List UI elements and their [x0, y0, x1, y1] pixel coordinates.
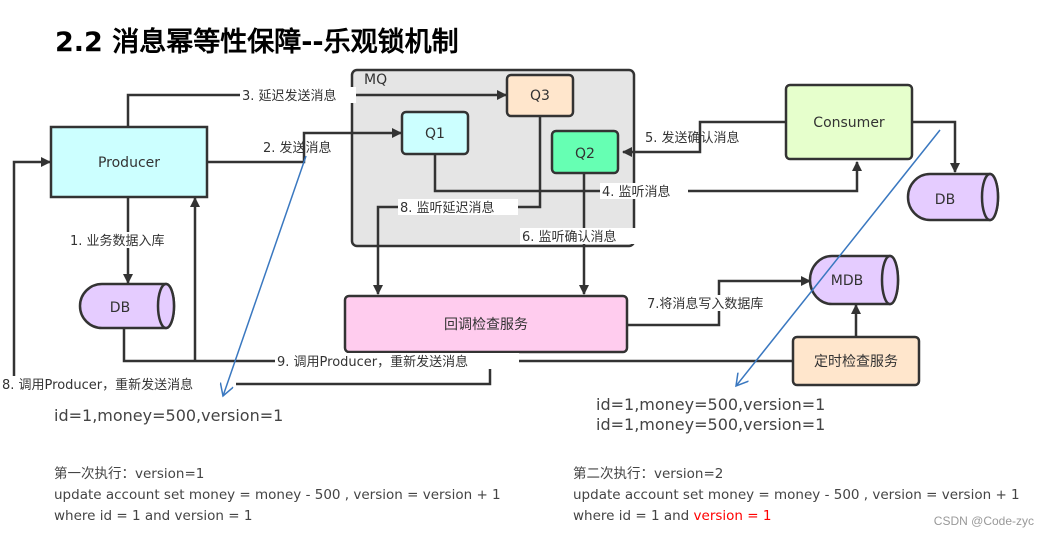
edge-consumer-db [913, 120, 960, 173]
second-execution-heading: 第二次执行：version=2 [573, 466, 724, 482]
record-left-line: id=1,money=500,version=1 [54, 406, 284, 425]
db-left-label: DB [110, 300, 130, 316]
record-right: id=1,money=500,version=1 id=1,money=500,… [596, 395, 825, 435]
db-right-label: DB [935, 192, 955, 208]
watermark: CSDN @Code-zyc [933, 514, 1034, 528]
second-execution-where: where id = 1 and [573, 508, 694, 524]
first-execution-where: where id = 1 and version = 1 [54, 508, 253, 524]
producer-label: Producer [98, 155, 160, 171]
edge-label-6: 6. 监听确认消息 [522, 229, 617, 245]
edge-label-2: 2. 发送消息 [263, 140, 332, 156]
consumer-label: Consumer [813, 115, 885, 131]
q3-label: Q3 [530, 88, 550, 104]
edge-label-8a: 8. 监听延迟消息 [400, 200, 495, 216]
edge-label-5: 5. 发送确认消息 [645, 130, 740, 146]
edge-label-3: 3. 延迟发送消息 [242, 88, 337, 104]
timer-service-label: 定时检查服务 [814, 354, 898, 370]
db-right: DB [906, 172, 1000, 222]
first-execution-sql-line1: update account set money = money - 500 ,… [54, 487, 501, 503]
edge-label-9: 9. 调用Producer，重新发送消息 [277, 354, 468, 370]
second-execution-sql-line1: update account set money = money - 500 ,… [573, 487, 1020, 503]
first-execution-heading: 第一次执行：version=1 [54, 466, 205, 482]
q2-label: Q2 [575, 146, 595, 162]
first-execution: 第一次执行：version=1 update account set money… [54, 464, 501, 527]
record-left: id=1,money=500,version=1 [54, 406, 283, 426]
mdb: MDB [808, 254, 900, 306]
mdb-label: MDB [831, 273, 863, 289]
edge-label-7: 7.将消息写入数据库 [647, 296, 763, 312]
callback-service-label: 回调检查服务 [444, 317, 528, 333]
flow-diagram: MQ Producer Q1 Q3 Q2 Consumer 回调检查服务 定时检… [0, 68, 1000, 539]
edge-label-4: 4. 监听消息 [602, 184, 671, 200]
second-execution-highlight: version = 1 [693, 508, 772, 524]
edge-label-8b: 8. 调用Producer，重新发送消息 [2, 377, 193, 393]
q1-label: Q1 [425, 126, 445, 142]
record-right-line-2: id=1,money=500,version=1 [596, 415, 826, 434]
db-left: DB [78, 282, 176, 330]
edge-label-1: 1. 业务数据入库 [70, 233, 165, 249]
mq-label: MQ [364, 72, 387, 88]
first-execution-sql-line2: where id = 1 and version = 1 [54, 506, 501, 527]
record-right-line-1: id=1,money=500,version=1 [596, 395, 826, 414]
